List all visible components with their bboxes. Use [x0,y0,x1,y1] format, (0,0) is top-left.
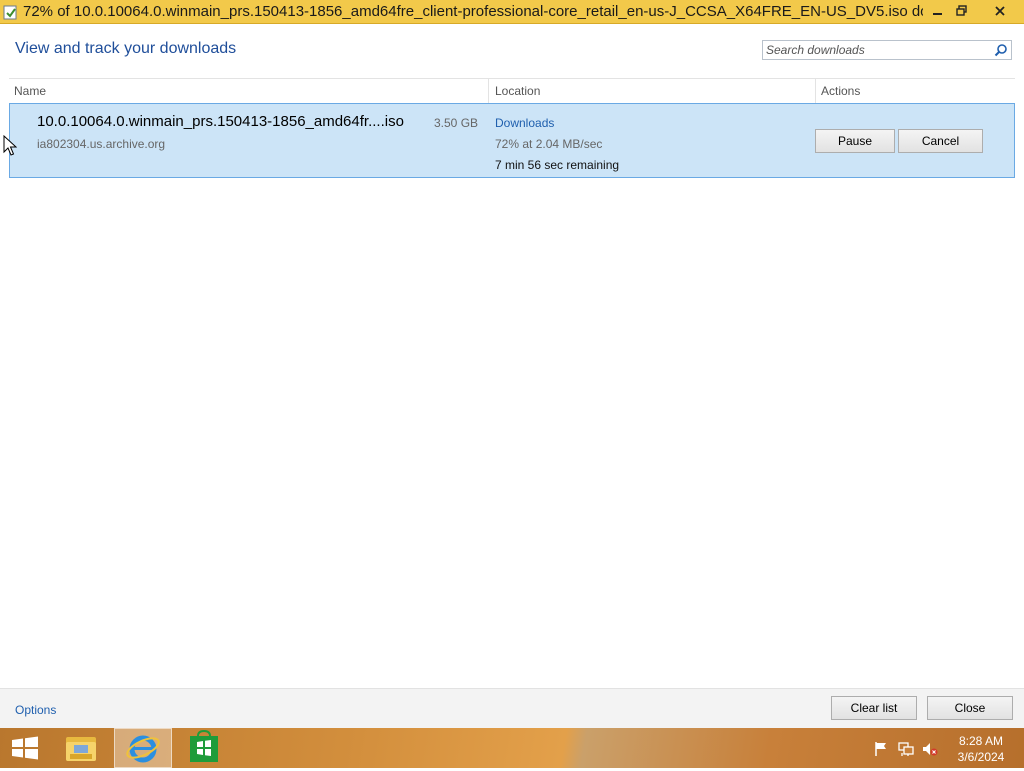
cancel-button[interactable]: Cancel [898,129,983,153]
window-title: 72% of 10.0.10064.0.winmain_prs.150413-1… [23,3,923,20]
column-header-name[interactable]: Name [9,79,489,103]
action-center-flag-icon[interactable] [873,741,889,757]
internet-explorer-button[interactable] [114,728,172,768]
search-icon[interactable] [994,43,1008,57]
store-button[interactable] [180,728,228,768]
column-header-actions: Actions [821,84,861,98]
search-input[interactable] [766,42,991,58]
column-headers: Name Location Actions [9,78,1015,103]
download-file-size: 3.50 GB [434,116,479,130]
page-title: View and track your downloads [15,40,237,57]
start-icon [12,736,38,760]
restore-icon [956,5,967,16]
download-time-remaining: 7 min 56 sec remaining [495,158,620,172]
column-header-location[interactable]: Location [490,79,816,103]
internet-explorer-icon [126,735,160,763]
close-button[interactable]: Close [927,696,1013,720]
clear-list-button[interactable]: Clear list [831,696,917,720]
title-bar: 72% of 10.0.10064.0.winmain_prs.150413-1… [0,0,1024,24]
start-button[interactable] [4,728,46,768]
taskbar-clock[interactable]: 8:28 AM 3/6/2024 [950,733,1012,765]
taskbar: 8:28 AM 3/6/2024 [0,728,1024,768]
download-manager-icon [3,4,19,20]
download-file-name: 10.0.10064.0.winmain_prs.150413-1856_amd… [37,113,404,130]
close-window-button[interactable] [980,0,1020,22]
download-location-link[interactable]: Downloads [495,116,554,130]
store-icon [190,729,218,762]
download-progress: 72% at 2.04 MB/sec [495,137,603,151]
download-source: ia802304.us.archive.org [37,137,166,151]
pause-button[interactable]: Pause [815,129,895,153]
footer-bar: Options Clear list Close [0,688,1024,728]
file-explorer-button[interactable] [58,728,104,768]
close-icon [995,6,1005,16]
mouse-cursor-icon [3,135,17,156]
network-icon[interactable] [898,741,914,757]
search-box[interactable] [762,40,1012,60]
clock-time: 8:28 AM [958,734,1004,748]
volume-muted-icon[interactable] [922,741,938,757]
clock-date: 3/6/2024 [957,750,1005,764]
restore-button[interactable] [947,0,977,22]
minimize-icon [933,13,942,15]
options-link[interactable]: Options [15,703,56,717]
file-explorer-icon [66,737,96,761]
download-row[interactable]: 10.0.10064.0.winmain_prs.150413-1856_amd… [9,103,1015,178]
